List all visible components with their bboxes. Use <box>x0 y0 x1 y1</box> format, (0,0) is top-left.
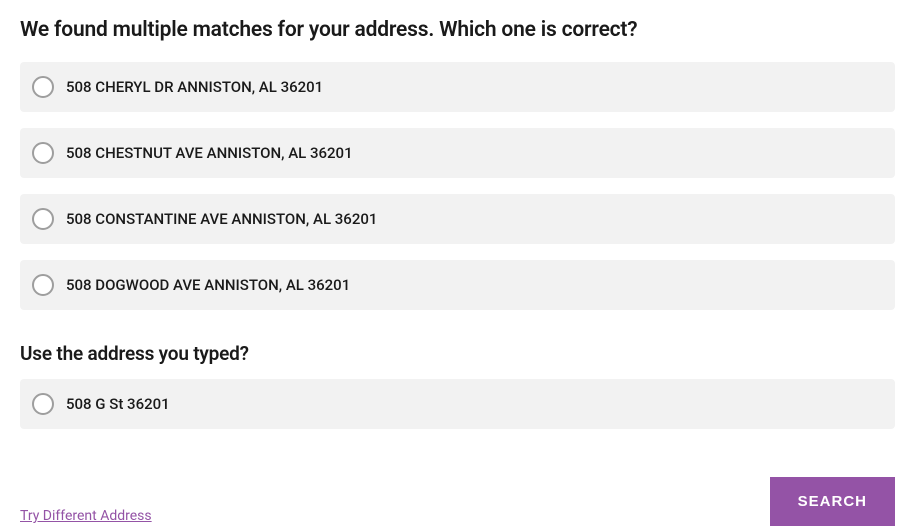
address-option-label: 508 CHERYL DR ANNISTON, AL 36201 <box>66 78 323 96</box>
address-option-label: 508 CONSTANTINE AVE ANNISTON, AL 36201 <box>66 210 377 228</box>
address-options-list: 508 CHERYL DR ANNISTON, AL 36201 508 CHE… <box>20 62 895 310</box>
address-option[interactable]: 508 CONSTANTINE AVE ANNISTON, AL 36201 <box>20 194 895 244</box>
radio-icon <box>32 393 54 415</box>
address-option-label: 508 DOGWOOD AVE ANNISTON, AL 36201 <box>66 276 350 294</box>
search-button[interactable]: SEARCH <box>770 477 895 526</box>
page-title: We found multiple matches for your addre… <box>20 18 895 42</box>
radio-icon <box>32 208 54 230</box>
typed-address-option[interactable]: 508 G St 36201 <box>20 379 895 429</box>
address-option[interactable]: 508 DOGWOOD AVE ANNISTON, AL 36201 <box>20 260 895 310</box>
footer: Try Different Address SEARCH <box>20 477 895 530</box>
address-option-label: 508 CHESTNUT AVE ANNISTON, AL 36201 <box>66 144 353 162</box>
radio-icon <box>32 142 54 164</box>
radio-icon <box>32 76 54 98</box>
address-option[interactable]: 508 CHERYL DR ANNISTON, AL 36201 <box>20 62 895 112</box>
typed-address-label: 508 G St 36201 <box>66 395 170 413</box>
typed-address-list: 508 G St 36201 <box>20 379 895 429</box>
try-different-address-link[interactable]: Try Different Address <box>20 508 152 526</box>
radio-icon <box>32 274 54 296</box>
typed-address-heading: Use the address you typed? <box>20 342 895 365</box>
address-option[interactable]: 508 CHESTNUT AVE ANNISTON, AL 36201 <box>20 128 895 178</box>
